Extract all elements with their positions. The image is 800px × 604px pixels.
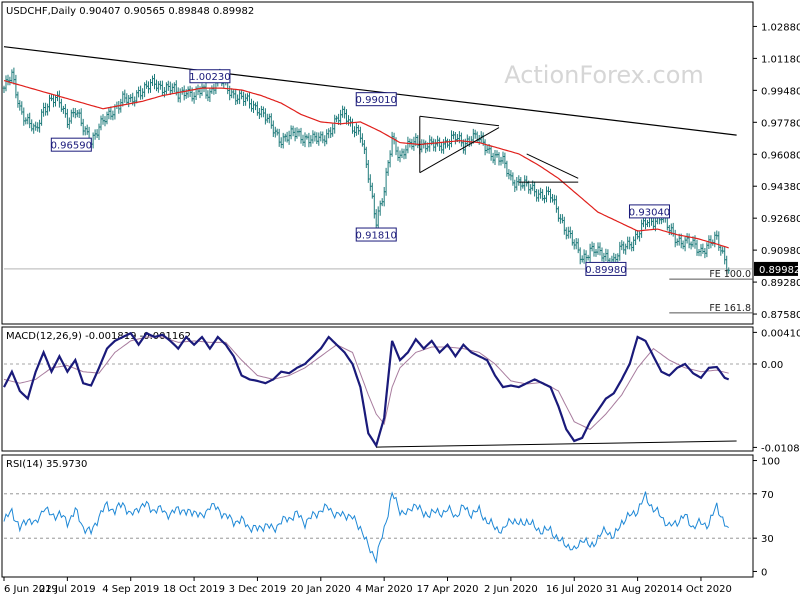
xtick-label: 4 Sep 2019 bbox=[102, 584, 159, 595]
rsi-ytick-label: 0 bbox=[761, 567, 767, 578]
price-annotation: 0.91810 bbox=[356, 227, 397, 242]
price-ytick-label: 1.02880 bbox=[761, 22, 800, 33]
chart-svg: ActionForex.com USDCHF,Daily 0.90407 0.9… bbox=[0, 0, 800, 600]
watermark: ActionForex.com bbox=[504, 61, 704, 89]
xtick-label: 17 Apr 2020 bbox=[417, 584, 479, 595]
annotation-text: 0.99010 bbox=[356, 95, 397, 106]
forex-chart: ActionForex.com USDCHF,Daily 0.90407 0.9… bbox=[0, 0, 800, 600]
price-ytick-label: 1.01180 bbox=[761, 54, 800, 65]
annotation-text: 0.91810 bbox=[356, 231, 397, 242]
price-panel-title: USDCHF,Daily 0.90407 0.90565 0.89848 0.8… bbox=[6, 6, 254, 17]
annotation-text: 0.89980 bbox=[585, 265, 626, 276]
rsi-ytick-label: 30 bbox=[761, 534, 774, 545]
macd-ytick-label: 0.004101 bbox=[761, 328, 800, 339]
xtick-label: 14 Oct 2020 bbox=[670, 584, 732, 595]
price-ytick-label: 0.97780 bbox=[761, 118, 800, 129]
price-ytick-label: 0.89280 bbox=[761, 278, 800, 289]
xtick-label: 3 Dec 2019 bbox=[229, 584, 287, 595]
rsi-panel-title: RSI(14) 35.9730 bbox=[6, 459, 87, 470]
price-ytick-label: 0.99480 bbox=[761, 86, 800, 97]
xtick-label: 4 Mar 2020 bbox=[356, 584, 413, 595]
fib-label: FE 161.8 bbox=[709, 303, 751, 314]
price-annotation: 0.99010 bbox=[356, 92, 397, 107]
annotation-text: 0.96590 bbox=[51, 141, 92, 152]
last-price-label: 0.89982 bbox=[759, 265, 800, 276]
price-annotation: 0.93040 bbox=[629, 204, 670, 219]
price-ytick-label: 0.90980 bbox=[761, 246, 800, 257]
macd-ytick-label: -0.010833 bbox=[761, 443, 800, 454]
price-ytick-label: 0.92680 bbox=[761, 214, 800, 225]
xtick-label: 18 Oct 2019 bbox=[163, 584, 225, 595]
price-annotation: 1.00230 bbox=[189, 69, 231, 84]
price-ytick-label: 0.87580 bbox=[761, 310, 800, 321]
price-annotation: 0.96590 bbox=[51, 137, 92, 152]
price-ytick-label: 0.96080 bbox=[761, 150, 800, 161]
rsi-ytick-label: 70 bbox=[761, 490, 774, 501]
macd-ytick-label: 0.00 bbox=[761, 360, 783, 371]
rsi-ytick-label: 100 bbox=[761, 457, 780, 468]
xtick-label: 20 Jan 2020 bbox=[291, 584, 351, 595]
annotation-text: 0.93040 bbox=[629, 207, 670, 218]
price-annotation: 0.89980 bbox=[585, 261, 627, 276]
xtick-label: 31 Aug 2020 bbox=[606, 584, 670, 595]
xtick-label: 22 Jul 2019 bbox=[39, 584, 96, 595]
price-ytick-label: 0.94380 bbox=[761, 182, 800, 193]
fib-label: FE 100.0 bbox=[709, 269, 751, 280]
annotation-text: 1.00230 bbox=[189, 72, 230, 83]
chart-background bbox=[0, 0, 800, 600]
xtick-label: 16 Jul 2020 bbox=[546, 584, 603, 595]
xtick-label: 2 Jun 2020 bbox=[484, 584, 538, 595]
